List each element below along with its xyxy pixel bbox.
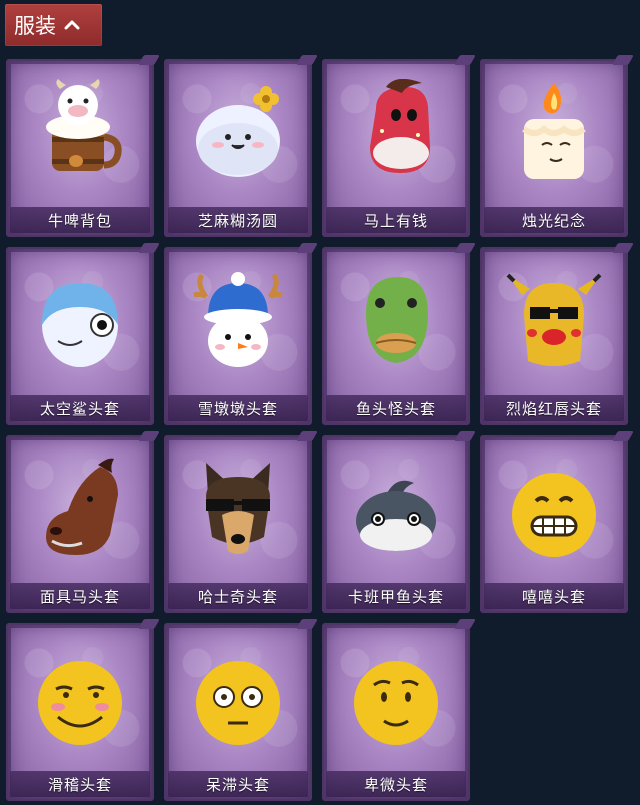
candle-icon bbox=[522, 83, 586, 179]
snowman-antlers-icon bbox=[193, 272, 283, 367]
costume-item-card[interactable]: 烈焰红唇头套 bbox=[480, 243, 634, 425]
costume-item-label: 呆滞头套 bbox=[168, 771, 308, 797]
costume-item-label: 烛光纪念 bbox=[484, 207, 624, 233]
costume-item-label: 太空鲨头套 bbox=[10, 395, 150, 421]
costume-item-label: 牛啤背包 bbox=[10, 207, 150, 233]
costume-item-card[interactable]: 卑微头套 bbox=[322, 619, 476, 801]
costume-item-card[interactable]: 烛光纪念 bbox=[480, 55, 634, 237]
round-fish-head-icon bbox=[356, 480, 436, 551]
costume-item-label: 鱼头怪头套 bbox=[326, 395, 466, 421]
humble-emoji-icon bbox=[354, 661, 438, 745]
costume-item-card[interactable]: 马上有钱 bbox=[322, 55, 476, 237]
costume-item-card[interactable]: 呆滞头套 bbox=[164, 619, 318, 801]
yellow-mask-sunglasses-icon bbox=[506, 273, 602, 366]
costume-item-label: 烈焰红唇头套 bbox=[484, 395, 624, 421]
costume-item-card[interactable]: 面具马头套 bbox=[6, 431, 160, 613]
costume-item-label: 滑稽头套 bbox=[10, 771, 150, 797]
costume-item-label: 马上有钱 bbox=[326, 207, 466, 233]
costume-item-label: 雪墩墩头套 bbox=[168, 395, 308, 421]
costume-item-card[interactable]: 卡班甲鱼头套 bbox=[322, 431, 476, 613]
dazed-emoji-icon bbox=[196, 661, 280, 745]
cow-beer-mug-icon bbox=[46, 79, 122, 171]
shark-head-icon bbox=[42, 283, 118, 367]
costume-item-card[interactable]: 鱼头怪头套 bbox=[322, 243, 476, 425]
rice-ball-flower-icon bbox=[196, 86, 280, 177]
horse-head-icon bbox=[370, 79, 430, 173]
grinning-emoji-icon bbox=[512, 473, 596, 557]
costume-item-card[interactable]: 雪墩墩头套 bbox=[164, 243, 318, 425]
costume-item-label: 卡班甲鱼头套 bbox=[326, 583, 466, 609]
costume-item-label: 面具马头套 bbox=[10, 583, 150, 609]
costume-item-card[interactable]: 嘻嘻头套 bbox=[480, 431, 634, 613]
costume-item-card[interactable]: 芝麻糊汤圆 bbox=[164, 55, 318, 237]
costume-item-label: 嘻嘻头套 bbox=[484, 583, 624, 609]
funny-emoji-icon bbox=[38, 661, 122, 745]
husky-sunglasses-icon bbox=[206, 463, 270, 554]
costume-item-label: 哈士奇头套 bbox=[168, 583, 308, 609]
costume-item-card[interactable]: 太空鲨头套 bbox=[6, 243, 160, 425]
fish-monster-head-icon bbox=[366, 277, 428, 363]
costume-item-card[interactable]: 牛啤背包 bbox=[6, 55, 160, 237]
costume-item-card[interactable]: 哈士奇头套 bbox=[164, 431, 318, 613]
costume-grid: 牛啤背包 芝麻糊汤圆 马上有钱 烛光纪念 太空鲨头套 雪墩墩头套 鱼头怪头套 烈… bbox=[0, 0, 640, 805]
horse-mask-icon bbox=[46, 458, 118, 555]
costume-item-card[interactable]: 滑稽头套 bbox=[6, 619, 160, 801]
costume-item-label: 芝麻糊汤圆 bbox=[168, 207, 308, 233]
costume-item-label: 卑微头套 bbox=[326, 771, 466, 797]
